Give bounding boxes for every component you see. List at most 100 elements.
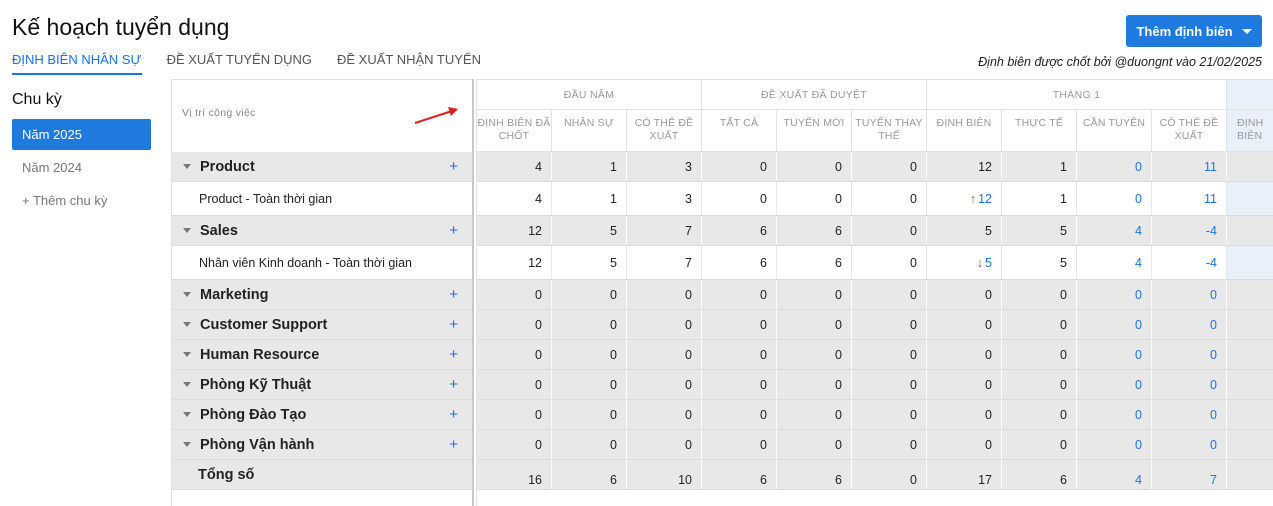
table-row: 12 5 7 6 6 0 ↓ 5 5 4 -4	[477, 246, 1273, 280]
table-cell: 1	[1002, 152, 1077, 181]
table-row: 0000000000	[477, 280, 1273, 310]
table-cell: 0	[552, 370, 627, 399]
table-row: 16 6 10 6 6 0 17 6 4 7	[477, 460, 1273, 490]
caret-down-icon	[1241, 28, 1252, 34]
col-header: Cần tuyển	[1077, 110, 1152, 151]
table-cell-partial	[1227, 370, 1273, 399]
tab-recruitment-proposals[interactable]: Đề xuất tuyển dụng	[167, 52, 312, 75]
add-cycle-link[interactable]: + Thêm chu kỳ	[12, 185, 151, 216]
col-header: Có thể đề xuất	[627, 110, 702, 151]
collapse-caret-icon[interactable]	[183, 442, 191, 447]
table-cell: 0	[1077, 340, 1152, 369]
position-column: Vị trí công việc Product + Product - Toàn …	[171, 79, 473, 506]
table-cell: 11	[1152, 182, 1227, 215]
table-cell: 0	[927, 340, 1002, 369]
department-name: Marketing	[200, 286, 269, 303]
add-position-icon[interactable]: +	[449, 346, 458, 363]
table-cell: 0	[1152, 310, 1227, 339]
col-header: Tuyển mới	[777, 110, 852, 151]
table-cell: 4	[1077, 246, 1152, 279]
table-cell: 6	[1002, 460, 1077, 489]
table-cell: -4	[1152, 216, 1227, 245]
annotation-arrow-icon	[414, 107, 458, 124]
department-row[interactable]: Phòng Vận hành +	[172, 430, 473, 460]
table-cell: 0	[1002, 340, 1077, 369]
table-cell: 4	[1077, 216, 1152, 245]
table-cell-partial	[1227, 430, 1273, 459]
table-cell: 0	[927, 370, 1002, 399]
table-row: 0000000000	[477, 370, 1273, 400]
collapse-caret-icon[interactable]	[183, 228, 191, 233]
position-rows: Product + Product - Toàn thời gian Sales + Nh…	[172, 152, 473, 490]
table-cell: 0	[1077, 310, 1152, 339]
cycle-item-2024[interactable]: Năm 2024	[12, 152, 151, 183]
table-cell-partial	[1227, 246, 1273, 279]
add-position-icon[interactable]: +	[449, 158, 458, 175]
table-cell: 0	[552, 430, 627, 459]
department-row[interactable]: Phòng Kỹ Thuật +	[172, 370, 473, 400]
table-cell: 0	[1002, 400, 1077, 429]
department-row[interactable]: Marketing +	[172, 280, 473, 310]
table-cell: 0	[852, 182, 927, 215]
table-cell: 0	[852, 340, 927, 369]
cycle-item-2025[interactable]: Năm 2025	[12, 119, 151, 150]
table-cell: 6	[777, 246, 852, 279]
table-cell: 0	[552, 280, 627, 309]
table-cell: 1	[1002, 182, 1077, 215]
collapse-caret-icon[interactable]	[183, 292, 191, 297]
tab-hiring-proposals[interactable]: Đề xuất nhận tuyển	[337, 52, 481, 75]
add-position-icon[interactable]: +	[449, 406, 458, 423]
table-cell: 0	[777, 400, 852, 429]
department-row[interactable]: Human Resource +	[172, 340, 473, 370]
table-cell: 0	[627, 340, 702, 369]
collapse-caret-icon[interactable]	[183, 322, 191, 327]
table-cell: 0	[627, 400, 702, 429]
add-position-icon[interactable]: +	[449, 286, 458, 303]
table-cell: 5	[552, 246, 627, 279]
department-row[interactable]: Customer Support +	[172, 310, 473, 340]
table-cell: 0	[852, 280, 927, 309]
collapse-caret-icon[interactable]	[183, 382, 191, 387]
add-position-icon[interactable]: +	[449, 316, 458, 333]
tab-staffing-plan[interactable]: Định biên nhân sự	[12, 52, 142, 75]
table-cell-partial	[1227, 216, 1273, 245]
add-position-icon[interactable]: +	[449, 436, 458, 453]
table-row: 0000000000	[477, 400, 1273, 430]
total-row-label: Tổng số	[172, 460, 473, 490]
collapse-caret-icon[interactable]	[183, 412, 191, 417]
department-name: Customer Support	[200, 316, 328, 333]
table-cell-partial	[1227, 340, 1273, 369]
cell-value: 5	[985, 255, 992, 270]
table-cell: 0	[552, 310, 627, 339]
collapse-caret-icon[interactable]	[183, 164, 191, 169]
table-cell: 0	[477, 370, 552, 399]
table-cell: 1	[552, 152, 627, 181]
table-cell: ↓ 5	[927, 246, 1002, 279]
table-cell: 0	[552, 400, 627, 429]
table-cell-partial	[1227, 152, 1273, 181]
table-cell-partial	[1227, 182, 1273, 215]
table-cell: 0	[777, 430, 852, 459]
table-cell: 0	[477, 400, 552, 429]
group-header-row: Đầu năm Đề xuất đã duyệt Tháng 1	[477, 80, 1273, 110]
tab-bar: Định biên nhân sự Đề xuất tuyển dụng Đề …	[12, 52, 506, 75]
collapse-caret-icon[interactable]	[183, 352, 191, 357]
table-cell: 0	[852, 370, 927, 399]
table-cell: 12	[477, 246, 552, 279]
page-title: Kế hoạch tuyển dụng	[12, 14, 230, 40]
table-cell: 4	[477, 152, 552, 181]
table-cell: 5	[552, 216, 627, 245]
col-header-partial: Định biên	[1227, 110, 1273, 151]
department-row[interactable]: Phòng Đào Tạo +	[172, 400, 473, 430]
cell-value: 12	[978, 191, 992, 206]
add-headcount-button[interactable]: Thêm định biên	[1126, 15, 1262, 47]
table-cell: 0	[852, 216, 927, 245]
department-row[interactable]: Sales +	[172, 216, 473, 246]
add-position-icon[interactable]: +	[449, 222, 458, 239]
table-cell: 0	[777, 280, 852, 309]
add-position-icon[interactable]: +	[449, 376, 458, 393]
department-row[interactable]: Product +	[172, 152, 473, 182]
table-cell: 0	[477, 430, 552, 459]
table-cell: -4	[1152, 246, 1227, 279]
table-cell: 7	[627, 246, 702, 279]
